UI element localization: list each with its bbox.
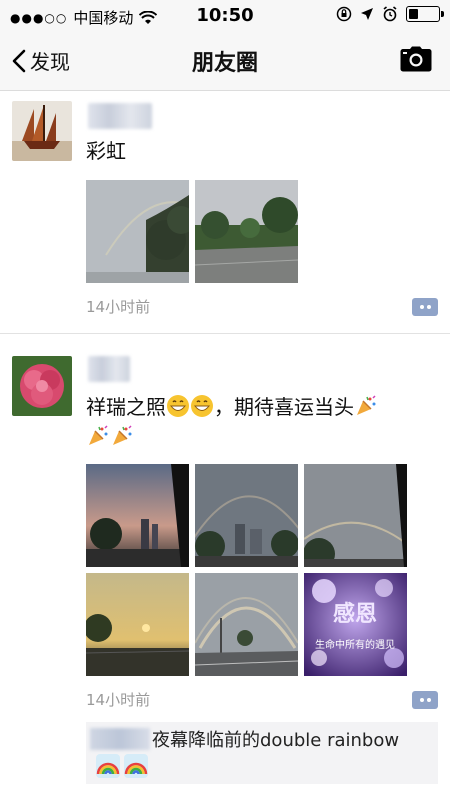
status-right <box>336 6 444 22</box>
comment-icon <box>419 305 424 309</box>
post-text: 祥瑞之照 ，期待喜运当头 <box>86 392 426 452</box>
photo-thumbnail[interactable] <box>195 464 298 567</box>
photo-thumbnail[interactable] <box>195 180 298 283</box>
avatar[interactable] <box>12 356 72 416</box>
moment-post-1: 彩虹 14小时前 <box>0 91 450 335</box>
post-text-part2: ，期待喜运当头 <box>214 395 354 419</box>
party-popper-icon <box>357 395 376 415</box>
grin-emoji-icon <box>191 395 213 417</box>
photo-thumbnail[interactable] <box>304 464 407 567</box>
photo-road-trees <box>195 180 298 283</box>
post-timestamp: 14小时前 <box>86 691 151 709</box>
photo-thumbnail[interactable] <box>86 464 189 567</box>
party-popper-icon <box>113 425 132 445</box>
photo-rainbow-buildings <box>195 464 298 567</box>
post-text: 彩虹 <box>86 139 126 163</box>
camera-icon <box>400 46 432 72</box>
camera-button[interactable] <box>400 46 432 76</box>
status-bar: ●●●○○ 中国移动 10:50 <box>0 0 450 32</box>
photo-rainbow-sky <box>304 464 407 567</box>
battery-icon <box>406 6 444 22</box>
photo-sunset-city <box>86 464 189 567</box>
author-name-redacted[interactable] <box>88 356 130 382</box>
location-icon <box>361 8 373 20</box>
comment-area: 夜幕降临前的double rainbow <box>86 722 438 784</box>
photo-thumbnail[interactable] <box>195 573 298 676</box>
comment-button[interactable] <box>412 691 438 709</box>
comment-icon <box>419 698 424 702</box>
photo-double-rainbow-road <box>195 573 298 676</box>
party-popper-icon <box>89 425 108 445</box>
alarm-icon <box>383 6 397 22</box>
rainbow-emoji-icon <box>124 754 148 778</box>
photo-golden-sunset <box>86 573 189 676</box>
page-title: 朋友圈 <box>191 51 258 76</box>
comment-text: 夜幕降临前的double rainbow <box>152 730 400 751</box>
moment-post-2: 祥瑞之照 ，期待喜运当头 感恩 生命中所有的遇见 14小时前 夜幕降临前的dou… <box>0 334 450 800</box>
post-text-part1: 祥瑞之照 <box>86 395 166 419</box>
comment-icon-dot <box>426 305 431 309</box>
photo-thumbnail[interactable] <box>86 180 189 283</box>
lock-rotation-icon <box>336 6 352 22</box>
card-caption: 生命中所有的遇见 <box>315 638 395 651</box>
avatar-image-flower <box>12 356 72 416</box>
comment-button[interactable] <box>412 298 438 316</box>
photo-thumbnail[interactable] <box>86 573 189 676</box>
avatar-image-ship <box>12 101 72 161</box>
author-name-redacted[interactable] <box>88 103 152 129</box>
avatar[interactable] <box>12 101 72 161</box>
grin-emoji-icon <box>167 395 189 417</box>
card-title: 感恩 <box>333 601 377 627</box>
commenter-name-redacted[interactable] <box>90 728 150 750</box>
photo-gratitude-card: 感恩 生命中所有的遇见 <box>304 573 407 676</box>
post-timestamp: 14小时前 <box>86 298 151 316</box>
photo-thumbnail[interactable]: 感恩 生命中所有的遇见 <box>304 573 407 676</box>
comment-icon-dot <box>426 698 431 702</box>
nav-bar: 发现 朋友圈 <box>0 32 450 91</box>
photo-rainbow-tree <box>86 180 189 283</box>
rainbow-emoji-icon <box>96 754 120 778</box>
